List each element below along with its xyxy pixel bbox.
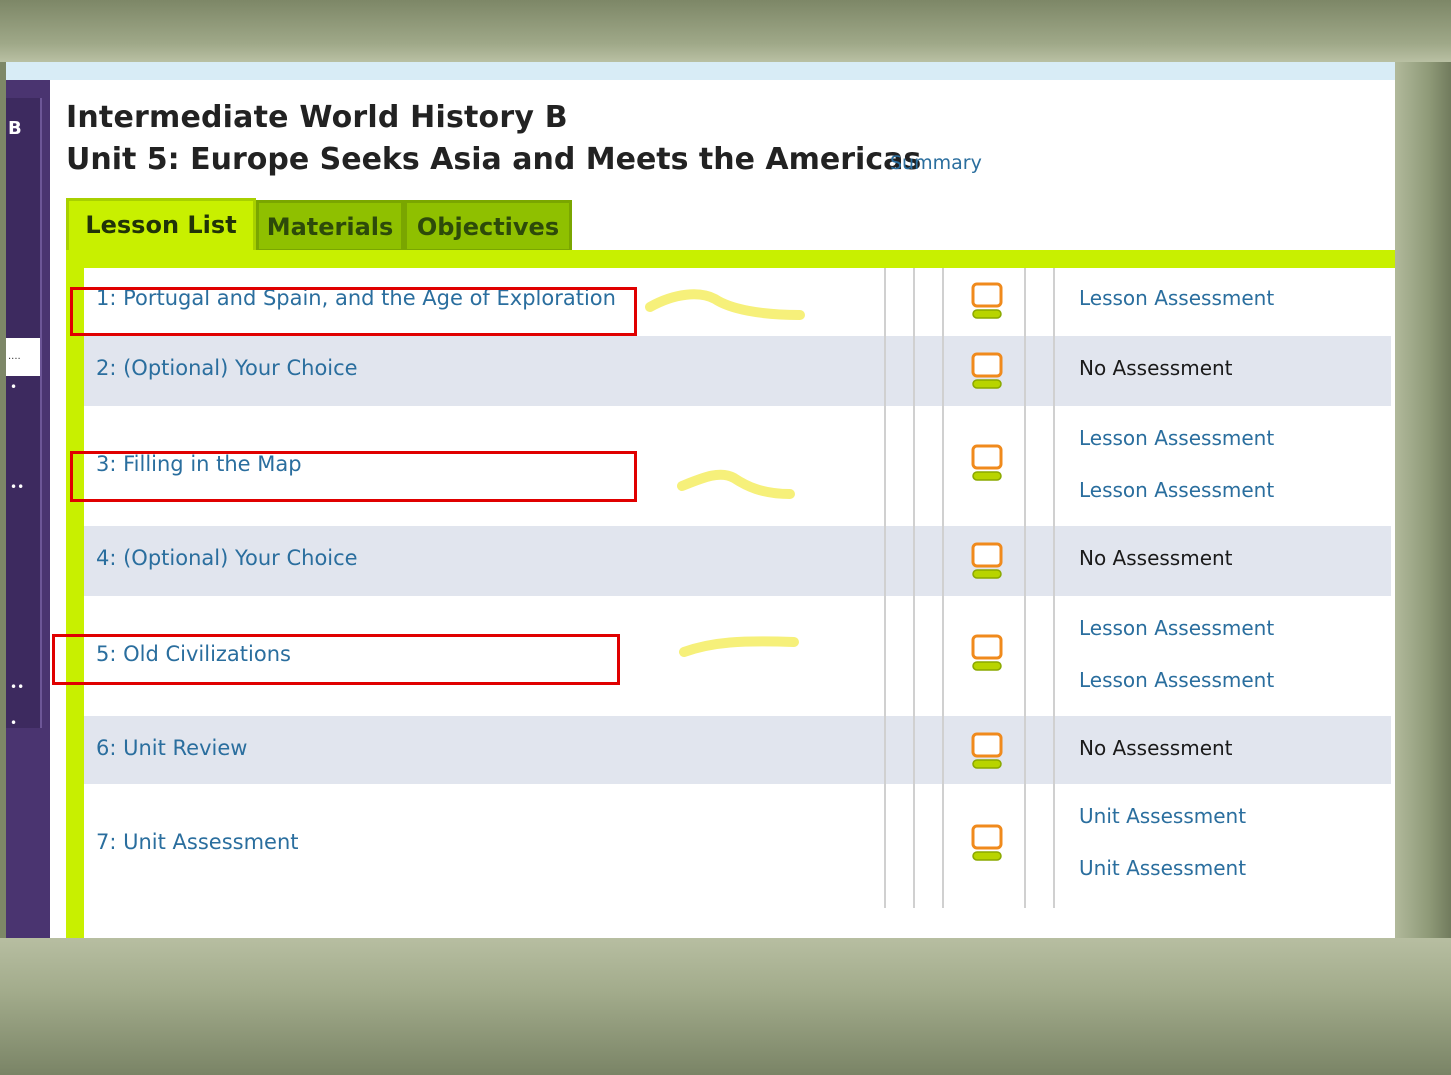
column-divider [884,268,886,908]
column-divider [942,268,944,908]
highlight-box-lesson-3 [70,451,637,502]
lesson-link[interactable]: 2: (Optional) Your Choice [96,356,358,380]
column-divider [913,268,915,908]
computer-icon[interactable] [970,824,1004,864]
tab-materials[interactable]: Materials [256,200,404,252]
assessment-link[interactable]: Lesson Assessment [1079,426,1274,450]
assessment-link[interactable]: Unit Assessment [1079,856,1246,880]
sidebar-dot[interactable]: •• [10,480,24,494]
assessment-link[interactable]: Lesson Assessment [1079,478,1274,502]
column-divider [1053,268,1055,908]
assessment-text: No Assessment [1079,356,1233,380]
sidebar-letter: B [8,118,22,139]
assessment-text: No Assessment [1079,546,1233,570]
summary-link[interactable]: Summary [890,152,982,174]
computer-icon[interactable] [970,542,1004,582]
computer-icon[interactable] [970,282,1004,322]
course-title: Intermediate World History B [66,100,568,135]
tab-objectives[interactable]: Objectives [404,200,572,252]
paper-edge-bottom [0,938,1451,1075]
lesson-link[interactable]: 7: Unit Assessment [96,830,299,854]
paper-edge-right [1395,62,1451,938]
sidebar-dot[interactable]: • [10,716,17,730]
unit-title: Unit 5: Europe Seeks Asia and Meets the … [66,142,922,177]
paper-edge-top [0,0,1451,62]
highlight-box-lesson-5 [52,634,620,685]
computer-icon[interactable] [970,732,1004,772]
yellow-squiggle-3 [679,636,799,657]
assessment-link[interactable]: Lesson Assessment [1079,668,1274,692]
yellow-squiggle-1 [645,289,805,320]
assessment-link[interactable]: Lesson Assessment [1079,286,1274,310]
highlight-box-lesson-1 [70,287,637,336]
left-sidebar: B .... • •• •• • [6,80,50,938]
tab-lesson-list[interactable]: Lesson List [66,198,256,256]
sidebar-field[interactable]: .... [6,338,40,376]
computer-icon[interactable] [970,352,1004,392]
lesson-list: 1: Portugal and Spain, and the Age of Ex… [84,268,1395,938]
lesson-link[interactable]: 6: Unit Review [96,736,247,760]
lesson-row: 6: Unit Review No Assessment [84,716,1391,784]
sidebar-panel [6,98,42,728]
lesson-list-frame: 1: Portugal and Spain, and the Age of Ex… [66,250,1395,938]
lesson-link[interactable]: 4: (Optional) Your Choice [96,546,358,570]
lesson-row: 2: (Optional) Your Choice No Assessment [84,336,1391,406]
computer-icon[interactable] [970,444,1004,484]
browser-top-strip [6,62,1395,80]
sidebar-dot[interactable]: •• [10,680,24,694]
column-divider [1024,268,1026,908]
assessment-link[interactable]: Unit Assessment [1079,804,1246,828]
lesson-row: 7: Unit Assessment Unit Assessment Unit … [84,784,1391,908]
assessment-text: No Assessment [1079,736,1233,760]
yellow-squiggle-2 [677,469,795,499]
lesson-row: 4: (Optional) Your Choice No Assessment [84,526,1391,596]
assessment-link[interactable]: Lesson Assessment [1079,616,1274,640]
computer-icon[interactable] [970,634,1004,674]
sidebar-dot[interactable]: • [10,380,17,394]
